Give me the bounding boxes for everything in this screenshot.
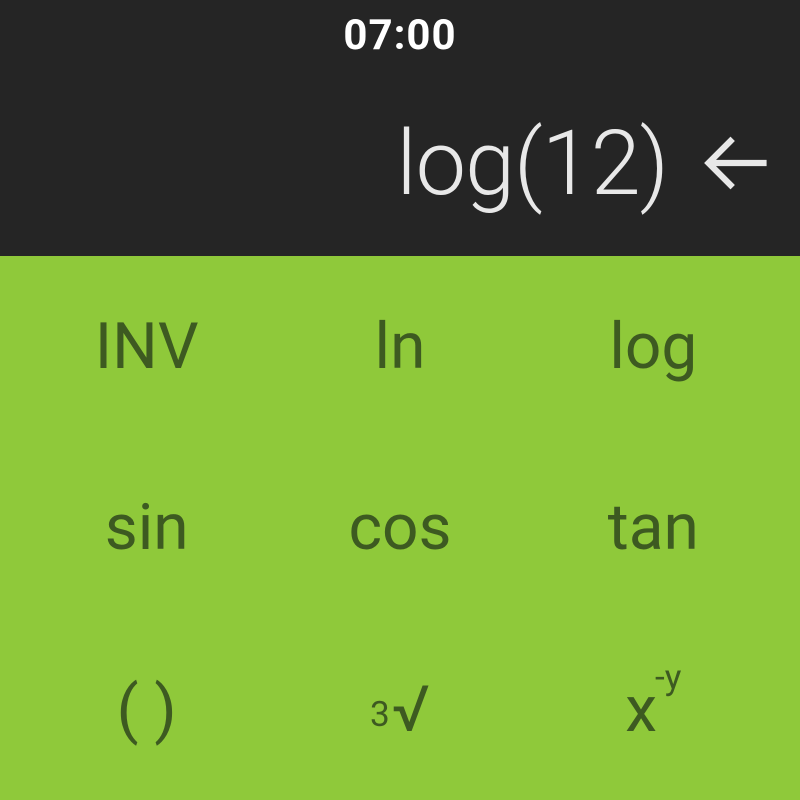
key-label: ( ) [117,672,177,747]
key-tan[interactable]: tan [527,437,780,618]
key-cube-root[interactable]: 3√ [273,619,526,800]
key-x-pow-neg-y[interactable]: x-y [527,619,780,800]
key-inv[interactable]: INV [20,256,273,437]
key-label: x-y [625,672,681,747]
key-log[interactable]: log [527,256,780,437]
key-parentheses[interactable]: ( ) [20,619,273,800]
key-label: tan [608,490,699,565]
status-time: 07:00 [343,11,456,60]
key-label: 3√ [370,672,430,747]
key-label: INV [95,309,199,384]
calculator-display: log(12) [0,70,800,256]
arrow-left-icon [703,130,769,196]
key-label: cos [348,490,451,565]
key-label: log [609,309,697,384]
key-cos[interactable]: cos [273,437,526,618]
key-label: sin [105,490,189,565]
key-sin[interactable]: sin [20,437,273,618]
expression-text: log(12) [396,111,668,216]
status-bar: 07:00 [0,0,800,70]
key-label: ln [375,309,426,384]
scientific-keypad: INV ln log sin cos tan ( ) 3√ x-y [0,256,800,800]
backspace-button[interactable] [696,123,776,203]
key-ln[interactable]: ln [273,256,526,437]
